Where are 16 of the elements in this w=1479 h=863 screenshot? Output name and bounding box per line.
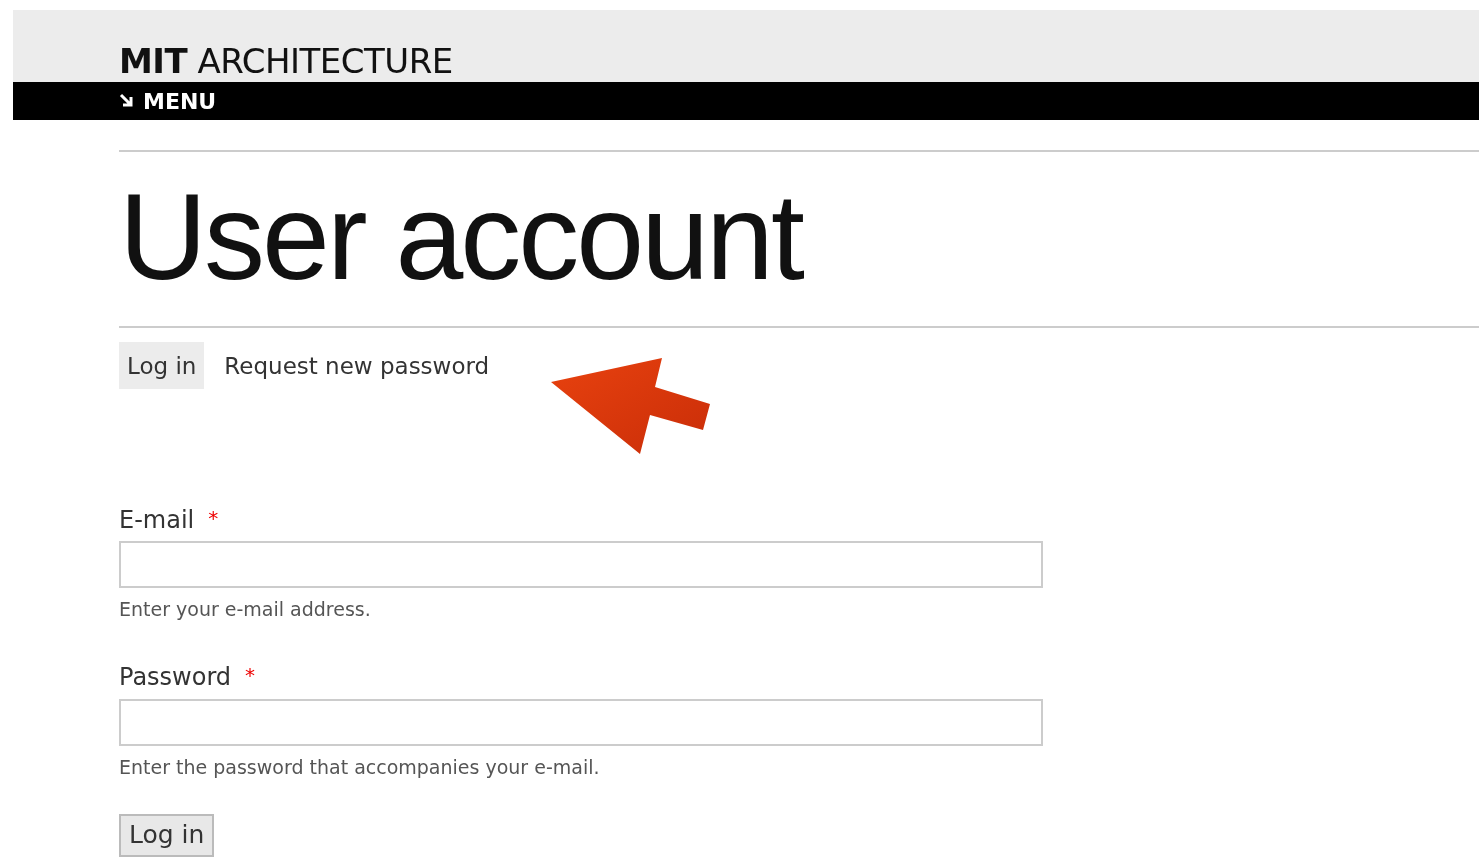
field-label: E-mail (119, 507, 195, 534)
required-marker: * (245, 664, 256, 690)
input-field[interactable] (119, 698, 1043, 746)
tab[interactable]: Request new password (216, 342, 498, 389)
field-label: Password (119, 664, 232, 691)
site-logo[interactable]: MIT ARCHITECTURE (119, 44, 453, 82)
arrow-icon (551, 358, 710, 454)
login-button[interactable]: Log in (119, 813, 215, 857)
tab[interactable]: Log in (119, 342, 205, 389)
field-description: Enter your e-mail address. (119, 598, 372, 621)
required-marker: * (208, 507, 219, 532)
input-field[interactable] (119, 541, 1043, 589)
field-description: Enter the password that accompanies your e-mail. (119, 755, 601, 778)
menu-link[interactable]: MENU (119, 88, 217, 114)
page-title: User account (119, 168, 804, 307)
arrow-icon (119, 93, 135, 109)
